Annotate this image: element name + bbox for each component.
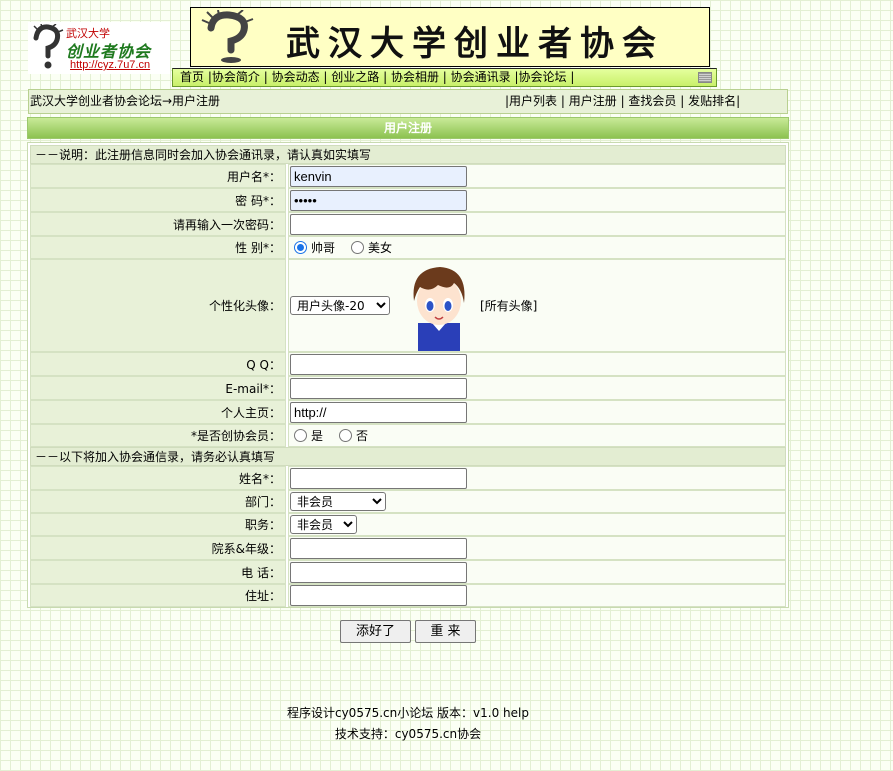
- nav-separator: |: [570, 70, 575, 84]
- school-label: 院系&年级：: [30, 536, 286, 560]
- nav-directory[interactable]: | 协会通讯录: [443, 70, 511, 84]
- department-select[interactable]: 非会员: [290, 492, 386, 511]
- username-label: 用户名*：: [30, 164, 286, 188]
- gender-label: 性 别*：: [30, 236, 286, 259]
- avatar-preview-image: [413, 266, 465, 351]
- email-input[interactable]: [290, 377, 467, 399]
- radio-member-yes-label: 是: [311, 429, 324, 443]
- radio-member-yes[interactable]: [294, 429, 307, 442]
- phone-label: 电 话：: [30, 560, 286, 584]
- position-select[interactable]: 非会员: [290, 515, 357, 534]
- department-label: 部门：: [30, 490, 286, 513]
- password-label: 密 码*：: [30, 188, 286, 212]
- password-confirm-label: 请再输入一次密码：: [30, 212, 286, 236]
- breadcrumb-bar: 武汉大学创业者协会论坛→用户注册 |用户列表 | 用户注册 | 查找会员 | 发…: [28, 89, 788, 114]
- radio-female-label: 美女: [368, 241, 393, 255]
- radio-member-no-label: 否: [356, 429, 369, 443]
- address-input[interactable]: [290, 585, 467, 606]
- footer-credit: 程序设计cy0575.cn小论坛 版本：v1.0 help: [286, 706, 529, 720]
- member-label: *是否创协会员：: [30, 424, 286, 447]
- question-mark-banner-icon: [201, 10, 254, 63]
- radio-member-no[interactable]: [339, 429, 353, 442]
- section-title: 用户注册: [27, 117, 789, 139]
- homepage-label: 个人主页：: [30, 400, 286, 424]
- name-label: 姓名*：: [30, 466, 286, 490]
- breadcrumb: 武汉大学创业者协会论坛→用户注册: [30, 94, 221, 108]
- qq-input[interactable]: [290, 353, 467, 375]
- member-radio-group: 是 否: [288, 424, 786, 447]
- avatar-label: 个性化头像：: [30, 259, 286, 352]
- school-input[interactable]: [290, 537, 467, 559]
- position-label: 职务：: [30, 513, 286, 536]
- link-user-list[interactable]: |用户列表: [505, 94, 557, 108]
- avatar-select[interactable]: 用户头像-20: [290, 296, 390, 315]
- link-user-register[interactable]: | 用户注册: [561, 94, 617, 108]
- header-banner: 武汉大学创业者协会: [190, 7, 710, 67]
- password-confirm-input[interactable]: [290, 213, 467, 235]
- username-input[interactable]: [290, 165, 467, 187]
- name-input[interactable]: [290, 467, 467, 489]
- email-label: E-mail*：: [30, 376, 286, 400]
- all-avatars-link[interactable]: [所有头像]: [480, 297, 537, 314]
- top-links: |用户列表 | 用户注册 | 查找会员 | 发贴排名|: [505, 90, 740, 113]
- homepage-input[interactable]: [290, 401, 467, 423]
- question-mark-logo-icon: [33, 24, 64, 69]
- radio-male[interactable]: [294, 241, 307, 254]
- radio-female[interactable]: [351, 241, 365, 254]
- password-input[interactable]: [290, 189, 467, 211]
- gender-option-female[interactable]: 美女: [347, 239, 392, 256]
- nav-startup-road[interactable]: | 创业之路: [323, 70, 379, 84]
- radio-male-label: 帅哥: [311, 241, 336, 255]
- menu-grip-icon: [698, 72, 712, 83]
- gender-radio-group: 帅哥 美女: [288, 236, 786, 259]
- registration-form: －－说明：此注册信息同时会加入协会通讯录，请认真如实填写 用户名*： 密 码*：…: [27, 142, 789, 608]
- gender-option-male[interactable]: 帅哥: [290, 239, 335, 256]
- address-label: 住址：: [30, 584, 286, 607]
- nav-album[interactable]: | 协会相册: [383, 70, 439, 84]
- nav-news[interactable]: | 协会动态: [264, 70, 320, 84]
- nav-home[interactable]: 首页: [180, 70, 204, 84]
- note-first: －－说明：此注册信息同时会加入协会通讯录，请认真如实填写: [30, 145, 786, 164]
- phone-input[interactable]: [290, 561, 467, 583]
- member-option-yes[interactable]: 是: [290, 427, 323, 444]
- nav-about[interactable]: |协会简介: [208, 70, 260, 84]
- logo-url-link[interactable]: http://cyz.7u7.cn: [70, 59, 150, 71]
- submit-button[interactable]: 添好了: [340, 620, 411, 643]
- link-find-member[interactable]: | 查找会员: [621, 94, 677, 108]
- reset-button[interactable]: 重 来: [415, 620, 476, 643]
- footer-support: 技术支持：cy0575.cn协会: [334, 727, 482, 741]
- banner-title: 武汉大学创业者协会: [286, 24, 664, 64]
- member-option-no[interactable]: 否: [335, 427, 368, 444]
- note-second: －－以下将加入协会通信录，请务必认真填写: [30, 447, 786, 466]
- site-logo[interactable]: 武汉大学 创业者协会 http://cyz.7u7.cn: [28, 22, 170, 74]
- main-nav: 首页 |协会简介 | 协会动态 | 创业之路 | 协会相册 | 协会通讯录 |协…: [172, 68, 717, 87]
- link-post-ranking[interactable]: | 发贴排名|: [680, 94, 740, 108]
- nav-forum[interactable]: |协会论坛: [514, 70, 566, 84]
- qq-label: Q Q：: [30, 352, 286, 376]
